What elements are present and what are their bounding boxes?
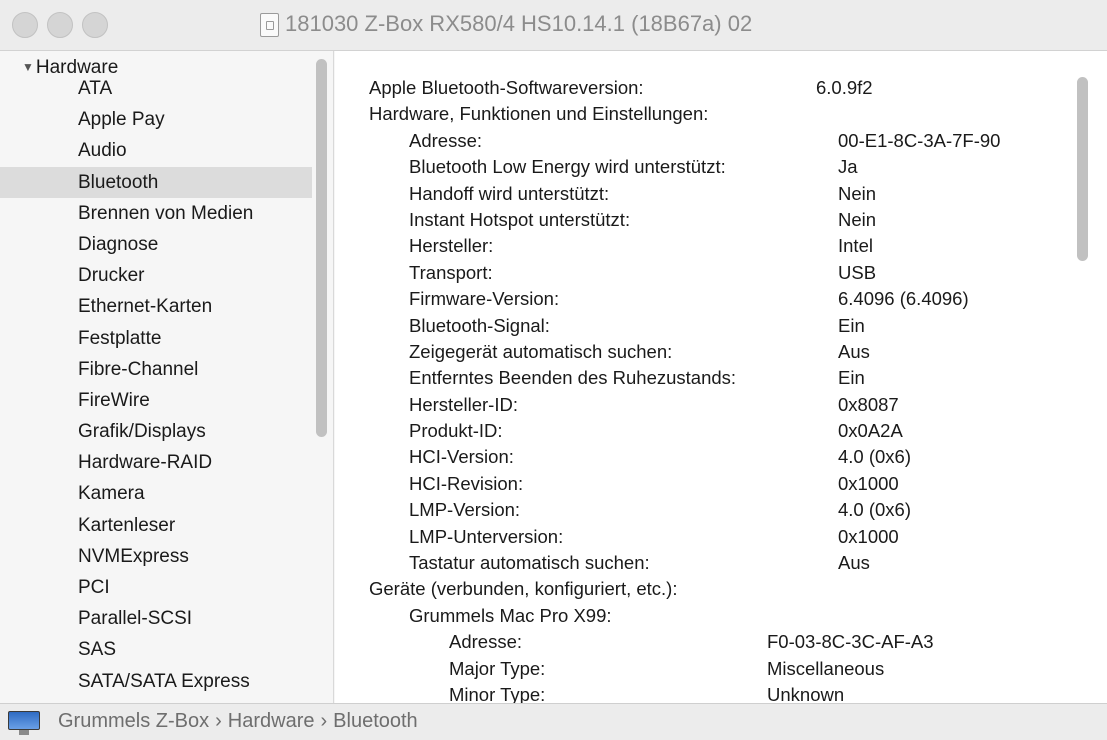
sidebar-item-firewire[interactable]: FireWire: [0, 385, 312, 416]
breadcrumb-separator: ›: [320, 710, 328, 732]
sidebar-item-audio[interactable]: Audio: [0, 135, 312, 166]
sidebar-item-festplatte[interactable]: Festplatte: [0, 323, 312, 354]
detail-value: Aus: [838, 340, 870, 362]
detail-value: Intel: [838, 235, 873, 257]
sidebar[interactable]: ▼ Hardware ATA Apple Pay Audio Bluetooth Bren…: [0, 51, 334, 703]
detail-key: Hersteller:: [409, 235, 494, 257]
detail-value: 4.0 (0x6): [838, 446, 912, 468]
detail-key: HCI-Version:: [409, 446, 514, 468]
detail-key: Adresse:: [449, 631, 523, 653]
detail-value: Ein: [838, 314, 865, 336]
sidebar-item-grafik-displays[interactable]: Grafik/Displays: [0, 416, 312, 447]
detail-key: Entferntes Beenden des Ruhezustands:: [409, 367, 737, 389]
document-icon[interactable]: [260, 13, 279, 37]
breadcrumb-item[interactable]: Grummels Z-Box: [58, 710, 209, 732]
detail-key: LMP-Version:: [409, 499, 521, 521]
detail-value: Nein: [838, 208, 877, 230]
minimize-window-button[interactable]: [47, 12, 73, 38]
detail-value: 00-E1-8C-3A-7F-90: [838, 129, 1001, 151]
detail-value: 6.0.9f2: [816, 77, 873, 98]
sidebar-item-drucker[interactable]: Drucker: [0, 260, 312, 291]
detail-value: 6.4096 (6.4096): [838, 288, 969, 310]
detail-value: Unknown: [767, 683, 845, 703]
detail-key: Apple Bluetooth-Softwareversion:: [369, 77, 644, 98]
detail-key: Tastatur automatisch suchen:: [409, 552, 650, 574]
breadcrumb: Grummels Z-Box › Hardware › Bluetooth: [58, 710, 418, 733]
title-bar: 181030 Z-Box RX580/4 HS10.14.1 (18B67a) …: [0, 0, 1107, 51]
detail-key: Firmware-Version:: [409, 288, 560, 310]
detail-value: Ein: [838, 367, 865, 389]
detail-value: F0-03-8C-3C-AF-A3: [767, 631, 934, 653]
sidebar-scrollbar[interactable]: [312, 55, 330, 700]
detail-value: 0x0A2A: [838, 420, 903, 442]
detail-value: 0x8087: [838, 393, 899, 415]
close-window-button[interactable]: [12, 12, 38, 38]
detail-value: Nein: [838, 182, 877, 204]
detail-key: Transport:: [409, 261, 493, 283]
breadcrumb-item[interactable]: Hardware: [228, 710, 315, 732]
breadcrumb-item[interactable]: Bluetooth: [333, 710, 418, 732]
breadcrumb-separator: ›: [215, 710, 222, 732]
sidebar-item-sata-sata-express[interactable]: SATA/SATA Express: [0, 666, 312, 697]
detail-key: HCI-Revision:: [409, 472, 524, 494]
sidebar-item-parallel-scsi[interactable]: Parallel-SCSI: [0, 603, 312, 634]
detail-key: Adresse:: [409, 129, 483, 151]
sidebar-item-ethernet-karten[interactable]: Ethernet-Karten: [0, 291, 312, 322]
detail-key: Geräte (verbunden, konfiguriert, etc.):: [369, 578, 678, 600]
detail-key: Bluetooth Low Energy wird unterstützt:: [409, 156, 726, 178]
sidebar-item-diagnose[interactable]: Diagnose: [0, 229, 312, 260]
detail-key: Hardware, Funktionen und Einstellungen:: [369, 103, 709, 125]
sidebar-item-sas[interactable]: SAS: [0, 634, 312, 665]
sidebar-item-kamera[interactable]: Kamera: [0, 478, 312, 509]
detail-key: Major Type:: [449, 657, 546, 679]
path-bar: Grummels Z-Box › Hardware › Bluetooth: [0, 703, 1107, 740]
sidebar-item-brennen-von-medien[interactable]: Brennen von Medien: [0, 198, 312, 229]
detail-scrollbar[interactable]: [1070, 71, 1096, 681]
sidebar-item-ata[interactable]: ATA: [0, 73, 312, 104]
detail-key: Grummels Mac Pro X99:: [409, 604, 612, 626]
detail-key: Hersteller-ID:: [409, 393, 518, 415]
sidebar-item-fibre-channel[interactable]: Fibre-Channel: [0, 354, 312, 385]
detail-key: Produkt-ID:: [409, 420, 503, 442]
system-information-window: 181030 Z-Box RX580/4 HS10.14.1 (18B67a) …: [0, 0, 1107, 740]
disclosure-triangle-icon[interactable]: ▼: [22, 60, 34, 74]
detail-key: Bluetooth-Signal:: [409, 314, 550, 336]
sidebar-item-bluetooth[interactable]: Bluetooth: [0, 166, 312, 198]
detail-scroll-thumb[interactable]: [1077, 77, 1088, 261]
sidebar-item-kartenleser[interactable]: Kartenleser: [0, 510, 312, 541]
detail-pane: Apple Bluetooth-Softwareversion: 6.0.9f2 H…: [335, 51, 1107, 703]
detail-key: Handoff wird unterstützt:: [409, 182, 610, 204]
sidebar-item-hardware-raid[interactable]: Hardware-RAID: [0, 447, 312, 478]
sidebar-item-pci[interactable]: PCI: [0, 572, 312, 603]
detail-value: Aus: [838, 552, 870, 574]
sidebar-item-nvmexpress[interactable]: NVMExpress: [0, 541, 312, 572]
detail-value: Miscellaneous: [767, 657, 885, 679]
detail-key: LMP-Unterversion:: [409, 525, 564, 547]
computer-icon: [7, 711, 41, 735]
detail-key: Minor Type:: [449, 683, 546, 703]
detail-key: Instant Hotspot unterstützt:: [409, 208, 631, 230]
detail-value: 4.0 (0x6): [838, 499, 912, 521]
zoom-window-button[interactable]: [82, 12, 108, 38]
detail-value: Ja: [838, 156, 858, 178]
detail-value: 0x1000: [838, 472, 899, 494]
detail-value: 0x1000: [838, 525, 899, 547]
detail-key: Zeigegerät automatisch suchen:: [409, 340, 673, 362]
sidebar-list: ATA Apple Pay Audio Bluetooth Brennen von Me…: [0, 73, 312, 697]
detail-value: USB: [838, 261, 877, 283]
sidebar-item-apple-pay[interactable]: Apple Pay: [0, 104, 312, 135]
sidebar-scroll-thumb[interactable]: [316, 59, 327, 437]
window-title: 181030 Z-Box RX580/4 HS10.14.1 (18B67a) …: [285, 11, 753, 36]
